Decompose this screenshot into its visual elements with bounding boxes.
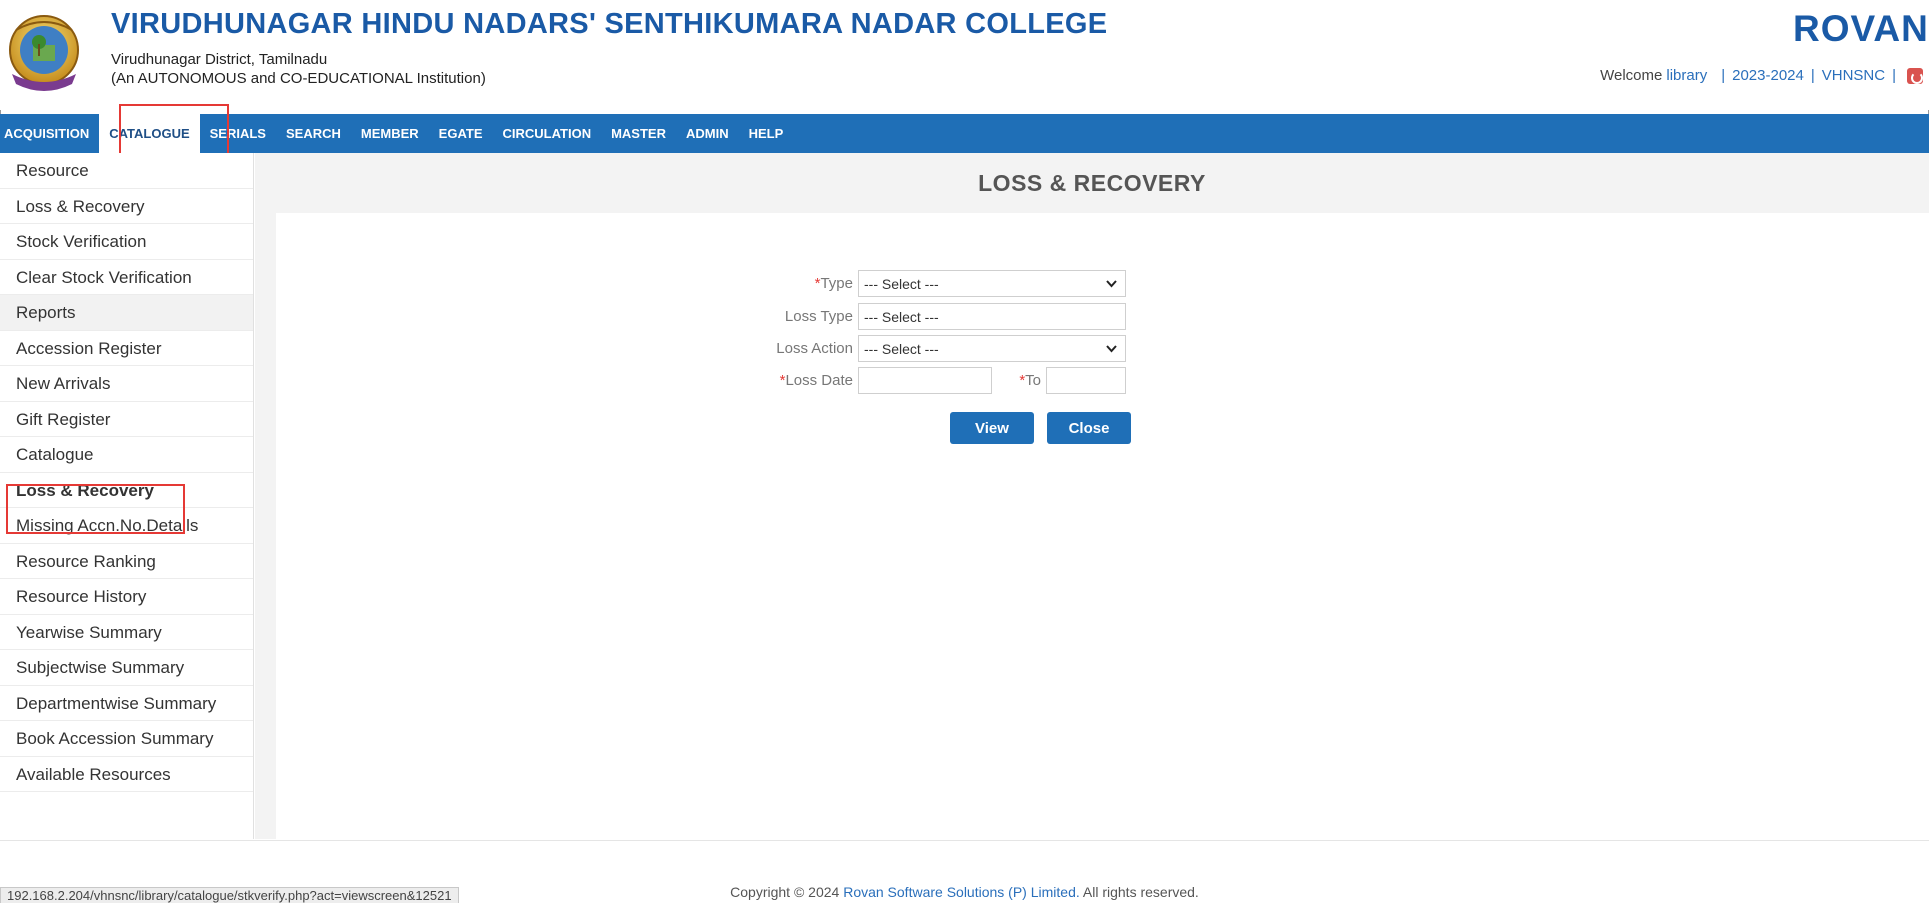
- sidebar-item-loss-recovery-report[interactable]: Loss & Recovery: [0, 473, 253, 508]
- sidebar-item-missing-accn-details[interactable]: Missing Accn.No.Details: [0, 508, 253, 544]
- main-content: LOSS & RECOVERY *Type --- Select --- Los…: [255, 153, 1929, 839]
- nav-help[interactable]: HELP: [739, 114, 794, 153]
- power-icon[interactable]: [1907, 67, 1923, 84]
- loss-date-from-input[interactable]: [858, 367, 992, 394]
- type-row: *Type --- Select ---: [776, 270, 1126, 297]
- sidebar-item-departmentwise-summary[interactable]: Departmentwise Summary: [0, 686, 253, 721]
- welcome-label: Welcome: [1600, 67, 1663, 84]
- sidebar-item-catalogue[interactable]: Catalogue: [0, 437, 253, 473]
- loss-type-label: Loss Type: [784, 308, 853, 325]
- separator: |: [1810, 67, 1815, 84]
- sidebar: Resource Loss & Recovery Stock Verificat…: [0, 153, 254, 839]
- loss-action-row: Loss Action --- Select ---: [776, 335, 1126, 362]
- sidebar-item-available-resources[interactable]: Available Resources: [0, 757, 253, 792]
- sidebar-item-resource[interactable]: Resource: [0, 153, 253, 189]
- loss-type-value: --- Select ---: [864, 308, 939, 325]
- type-select[interactable]: --- Select ---: [858, 270, 1126, 297]
- institution-code-link[interactable]: VHNSNC: [1822, 67, 1885, 84]
- loss-type-row: Loss Type --- Select ---: [776, 303, 1126, 330]
- sidebar-item-new-arrivals[interactable]: New Arrivals: [0, 366, 253, 402]
- nav-circulation[interactable]: CIRCULATION: [493, 114, 602, 153]
- separator: |: [1721, 67, 1726, 84]
- nav-master[interactable]: MASTER: [601, 114, 676, 153]
- footer-divider: [0, 840, 1929, 841]
- loss-action-select-value: --- Select ---: [864, 340, 939, 357]
- nav-admin[interactable]: ADMIN: [676, 114, 739, 153]
- sidebar-item-clear-stock-verification[interactable]: Clear Stock Verification: [0, 260, 253, 295]
- company-link[interactable]: Rovan Software Solutions (P) Limited.: [843, 884, 1080, 900]
- college-logo: [6, 10, 82, 94]
- sidebar-item-stock-verification[interactable]: Stock Verification: [0, 224, 253, 260]
- user-bar: Welcome library | 2023-2024 | VHNSNC |: [1600, 67, 1923, 84]
- loss-date-row: *Loss Date *To: [776, 367, 1126, 394]
- college-institution-type: (An AUTONOMOUS and CO-EDUCATIONAL Instit…: [111, 70, 486, 87]
- type-label: *Type: [814, 275, 853, 292]
- nav-member[interactable]: MEMBER: [351, 114, 429, 153]
- main-nav: ACQUISITION CATALOGUE SERIALS SEARCH MEM…: [0, 114, 1929, 153]
- sidebar-item-yearwise-summary[interactable]: Yearwise Summary: [0, 615, 253, 650]
- nav-acquisition[interactable]: ACQUISITION: [0, 114, 99, 153]
- brand-logo: ROVAN®: [1793, 8, 1929, 50]
- sidebar-section-reports: Reports: [0, 295, 253, 331]
- page-title: LOSS & RECOVERY: [978, 170, 1206, 196]
- college-name: VIRUDHUNAGAR HINDU NADARS' SENTHIKUMARA …: [111, 8, 1108, 40]
- sidebar-item-subjectwise-summary[interactable]: Subjectwise Summary: [0, 650, 253, 686]
- sidebar-item-gift-register[interactable]: Gift Register: [0, 402, 253, 437]
- chevron-down-icon: [1106, 344, 1117, 352]
- close-button[interactable]: Close: [1047, 412, 1131, 444]
- chevron-down-icon: [1106, 279, 1117, 287]
- loss-date-to-input[interactable]: [1046, 367, 1126, 394]
- loss-action-label: Loss Action: [776, 340, 853, 357]
- nav-catalogue[interactable]: CATALOGUE: [99, 114, 200, 153]
- to-label: *To: [1019, 372, 1041, 389]
- copyright-prefix: Copyright © 2024: [730, 884, 840, 900]
- nav-egate[interactable]: EGATE: [429, 114, 493, 153]
- sidebar-item-resource-ranking[interactable]: Resource Ranking: [0, 544, 253, 579]
- header: VIRUDHUNAGAR HINDU NADARS' SENTHIKUMARA …: [0, 0, 1929, 110]
- academic-year-link[interactable]: 2023-2024: [1732, 67, 1804, 84]
- type-select-value: --- Select ---: [864, 275, 939, 292]
- separator: |: [1892, 67, 1896, 84]
- sidebar-item-book-accession-summary[interactable]: Book Accession Summary: [0, 721, 253, 757]
- nav-search[interactable]: SEARCH: [276, 114, 351, 153]
- college-district: Virudhunagar District, Tamilnadu: [111, 51, 328, 68]
- nav-serials[interactable]: SERIALS: [200, 114, 276, 153]
- copyright-rights: All rights reserved.: [1082, 884, 1199, 900]
- sidebar-item-accession-register[interactable]: Accession Register: [0, 331, 253, 366]
- view-button[interactable]: View: [950, 412, 1034, 444]
- footer: Copyright © 2024 Rovan Software Solution…: [0, 839, 1929, 903]
- sidebar-item-loss-recovery[interactable]: Loss & Recovery: [0, 189, 253, 224]
- welcome-user-link[interactable]: library: [1666, 67, 1707, 84]
- loss-type-field[interactable]: --- Select ---: [858, 303, 1126, 330]
- loss-date-label: *Loss Date: [779, 372, 853, 389]
- status-bar-url: 192.168.2.204/vhnsnc/library/catalogue/s…: [0, 887, 459, 903]
- form-panel: *Type --- Select --- Loss Type --- Selec…: [276, 213, 1929, 839]
- brand-name: ROVAN: [1793, 8, 1929, 49]
- loss-action-select[interactable]: --- Select ---: [858, 335, 1126, 362]
- sidebar-item-resource-history[interactable]: Resource History: [0, 579, 253, 615]
